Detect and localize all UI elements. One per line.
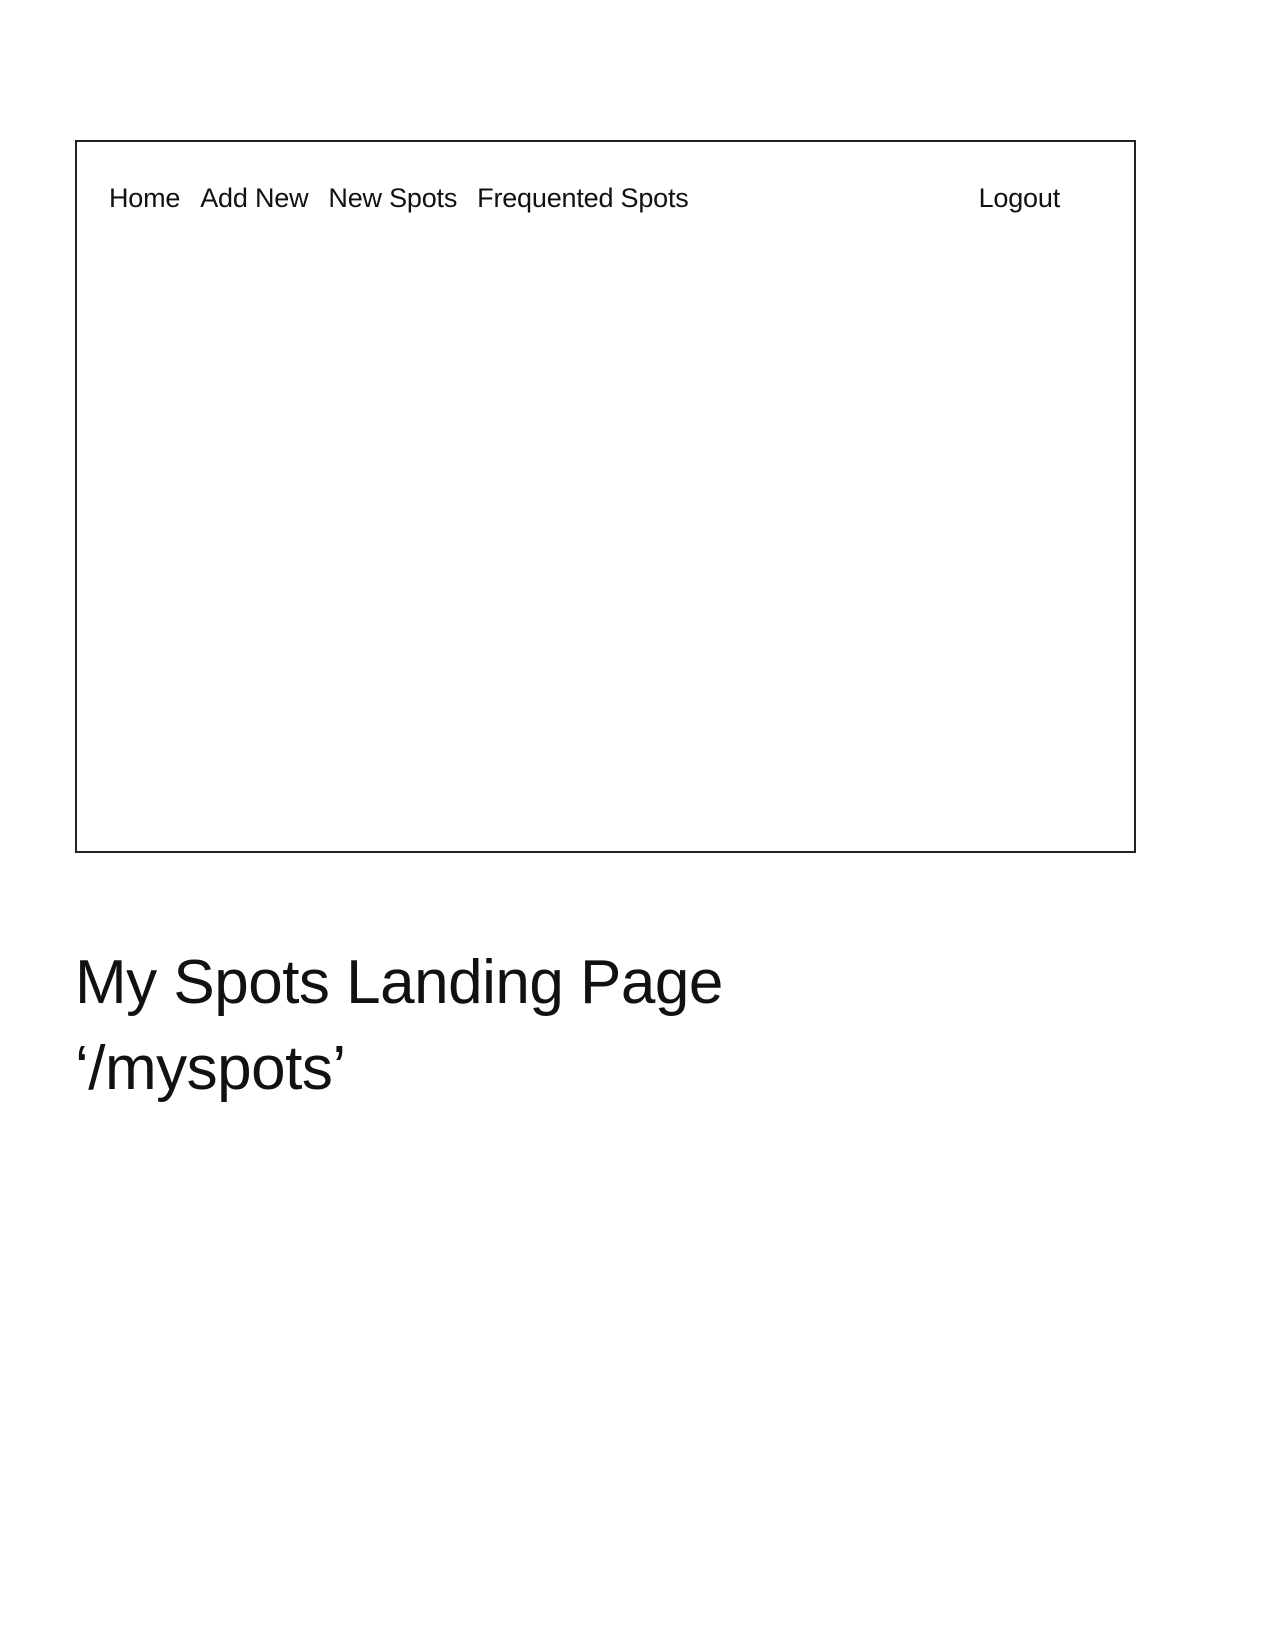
caption-title: My Spots Landing Page: [75, 948, 723, 1017]
nav-new-spots-link[interactable]: New Spots: [328, 183, 457, 214]
wireframe-caption: My Spots Landing Page ‘/myspots’: [75, 940, 975, 1112]
logout-link[interactable]: Logout: [979, 183, 1061, 214]
nav-frequented-spots-link[interactable]: Frequented Spots: [477, 183, 689, 214]
page-wireframe-frame: Home Add New New Spots Frequented Spots …: [75, 140, 1136, 853]
top-nav-bar: Home Add New New Spots Frequented Spots …: [109, 178, 1060, 218]
caption-route: ‘/myspots’: [75, 1034, 346, 1103]
nav-links: Home Add New New Spots Frequented Spots: [109, 183, 689, 214]
nav-add-new-link[interactable]: Add New: [200, 183, 308, 214]
nav-home-link[interactable]: Home: [109, 183, 180, 214]
